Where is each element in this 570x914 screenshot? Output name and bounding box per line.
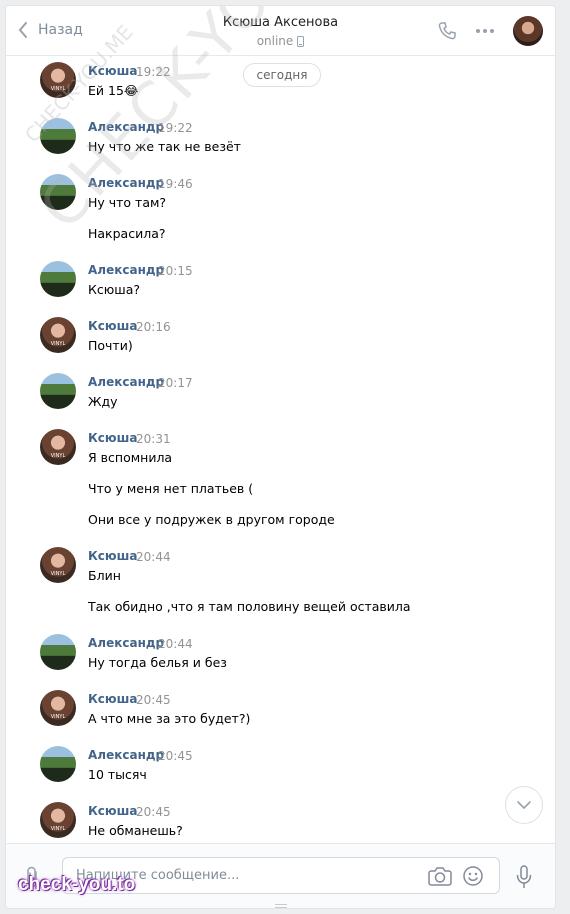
sender-avatar[interactable] bbox=[40, 373, 76, 409]
emoji-button[interactable] bbox=[463, 866, 483, 890]
sender-avatar[interactable] bbox=[40, 634, 76, 670]
sender-avatar[interactable] bbox=[40, 174, 76, 210]
message-text: А что мне за это будет?) bbox=[88, 711, 251, 726]
composer: Напишите сообщение... bbox=[6, 843, 555, 908]
sender-avatar[interactable]: VINYL bbox=[40, 547, 76, 583]
message-text: Почти) bbox=[88, 338, 133, 353]
sender-avatar[interactable]: VINYL bbox=[40, 429, 76, 465]
date-separator: сегодня bbox=[243, 63, 321, 87]
chat-window: Назад Ксюша Аксенова online сегодня VINY… bbox=[5, 5, 556, 909]
avatar-caption: VINYL bbox=[50, 714, 66, 720]
avatar-caption: VINYL bbox=[50, 341, 66, 347]
sender-name[interactable]: Ксюша bbox=[88, 549, 137, 563]
sender-name[interactable]: Александр bbox=[88, 176, 164, 190]
message-time[interactable]: 20:45 bbox=[136, 693, 171, 707]
message-text: Накрасила? bbox=[88, 226, 166, 241]
chevron-down-icon bbox=[517, 801, 531, 809]
sender-name[interactable]: Александр bbox=[88, 748, 164, 762]
header-actions bbox=[437, 16, 543, 46]
message-input[interactable]: Напишите сообщение... bbox=[62, 857, 500, 894]
more-dots-icon bbox=[476, 29, 494, 33]
message-time[interactable]: 20:45 bbox=[158, 749, 193, 763]
sender-name[interactable]: Ксюша bbox=[88, 692, 137, 706]
sender-avatar[interactable] bbox=[40, 261, 76, 297]
phone-icon bbox=[438, 22, 456, 40]
sender-name[interactable]: Ксюша bbox=[88, 319, 137, 333]
message-history[interactable]: сегодня VINYL Ксюша 19:22 Ей 15😂 Александр 19… bbox=[6, 57, 555, 843]
peer-status: online bbox=[257, 34, 305, 48]
message-text: Жду bbox=[88, 394, 118, 409]
sender-name[interactable]: Александр bbox=[88, 120, 164, 134]
sender-name[interactable]: Александр bbox=[88, 375, 164, 389]
sender-name[interactable]: Ксюша bbox=[88, 431, 137, 445]
sender-avatar[interactable] bbox=[40, 118, 76, 154]
sender-avatar[interactable]: VINYL bbox=[40, 317, 76, 353]
message-text: Ксюша? bbox=[88, 282, 141, 297]
avatar-caption: VINYL bbox=[50, 571, 66, 577]
sender-name[interactable]: Ксюша bbox=[88, 804, 137, 818]
message-text: Так обидно ,что я там половину вещей ост… bbox=[88, 599, 411, 614]
message-text: Не обманешь? bbox=[88, 823, 183, 838]
message-time[interactable]: 20:44 bbox=[158, 637, 193, 651]
call-button[interactable] bbox=[437, 21, 457, 41]
mobile-icon bbox=[297, 35, 305, 47]
more-button[interactable] bbox=[475, 28, 495, 34]
voice-message-button[interactable] bbox=[516, 865, 532, 893]
message-time[interactable]: 19:22 bbox=[158, 121, 193, 135]
message-text: Блин bbox=[88, 568, 121, 583]
sender-avatar[interactable]: VINYL bbox=[40, 62, 76, 98]
message-text: 10 тысяч bbox=[88, 767, 147, 782]
peer-avatar[interactable] bbox=[513, 16, 543, 46]
sender-avatar[interactable]: VINYL bbox=[40, 802, 76, 838]
sender-avatar[interactable]: VINYL bbox=[40, 690, 76, 726]
message-time[interactable]: 20:15 bbox=[158, 264, 193, 278]
paperclip-icon bbox=[27, 866, 37, 888]
sender-avatar[interactable] bbox=[40, 746, 76, 782]
message-time[interactable]: 20:16 bbox=[136, 320, 171, 334]
message-text: Они все у подружек в другом городе bbox=[88, 512, 335, 527]
message-text: Что у меня нет платьев ( bbox=[88, 481, 254, 496]
message-time[interactable]: 20:45 bbox=[136, 805, 171, 819]
sender-name[interactable]: Александр bbox=[88, 263, 164, 277]
scroll-down-button[interactable] bbox=[505, 786, 543, 824]
message-time[interactable]: 19:22 bbox=[136, 65, 171, 79]
message-time[interactable]: 20:44 bbox=[136, 550, 171, 564]
message-text: Ну что там? bbox=[88, 195, 167, 210]
input-placeholder: Напишите сообщение... bbox=[76, 868, 240, 883]
smile-icon bbox=[463, 866, 483, 886]
message-text: Ей 15😂 bbox=[88, 83, 139, 98]
avatar-caption: VINYL bbox=[50, 453, 66, 459]
message-text: Ну тогда белья и без bbox=[88, 655, 227, 670]
avatar-caption: VINYL bbox=[50, 826, 66, 832]
message-time[interactable]: 19:46 bbox=[158, 177, 193, 191]
resize-handle[interactable] bbox=[275, 904, 287, 908]
sender-name[interactable]: Ксюша bbox=[88, 64, 137, 78]
message-text: Я вспомнила bbox=[88, 450, 173, 465]
microphone-icon bbox=[516, 865, 532, 888]
sender-name[interactable]: Александр bbox=[88, 636, 164, 650]
attach-button[interactable] bbox=[24, 866, 40, 892]
message-time[interactable]: 20:31 bbox=[136, 432, 171, 446]
message-time[interactable]: 20:17 bbox=[158, 376, 193, 390]
status-text: online bbox=[256, 34, 294, 48]
message-text: Ну что же так не везёт bbox=[88, 139, 241, 154]
camera-button[interactable] bbox=[428, 866, 452, 890]
avatar-caption: VINYL bbox=[50, 86, 66, 92]
chat-header: Назад Ксюша Аксенова online bbox=[6, 6, 555, 56]
camera-icon bbox=[428, 867, 452, 886]
